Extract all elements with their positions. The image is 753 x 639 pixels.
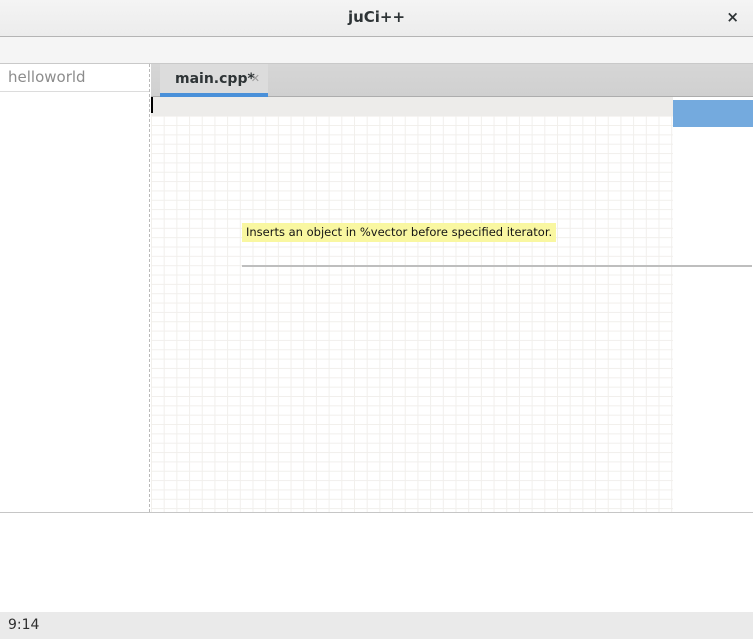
jucipp-window: juCi++ × helloworld main.cpp* ✕ — [0, 0, 753, 639]
minimap[interactable] — [673, 97, 753, 512]
close-icon[interactable]: × — [726, 8, 739, 26]
completion-popup — [242, 265, 752, 267]
code-editor[interactable]: Inserts an object in %vector before spec… — [151, 97, 753, 512]
file-tree-panel: helloworld — [0, 64, 150, 512]
statusbar: 9:14 — [0, 612, 753, 639]
tab-label: main.cpp* — [175, 71, 255, 87]
text-cursor — [151, 97, 153, 113]
menubar — [0, 37, 753, 64]
titlebar[interactable]: juCi++ × — [0, 0, 753, 37]
doc-tooltip: Inserts an object in %vector before spec… — [242, 223, 556, 242]
editor-pane: main.cpp* ✕ Inserts an object in %vector… — [151, 64, 753, 512]
editor-grid-background — [151, 97, 673, 512]
build-output-panel — [0, 512, 753, 612]
window-title: juCi++ — [0, 8, 753, 26]
cursor-position-indicator: 9:14 — [8, 617, 39, 633]
project-root-label: helloworld — [0, 64, 149, 92]
tab-bar: main.cpp* ✕ — [151, 64, 753, 97]
minimap-viewport[interactable] — [673, 100, 753, 127]
main-area: helloworld main.cpp* ✕ Inserts an object… — [0, 64, 753, 512]
tab-close-icon[interactable]: ✕ — [251, 72, 260, 85]
current-line-highlight — [151, 97, 673, 116]
tab-main-cpp[interactable]: main.cpp* ✕ — [160, 64, 268, 97]
